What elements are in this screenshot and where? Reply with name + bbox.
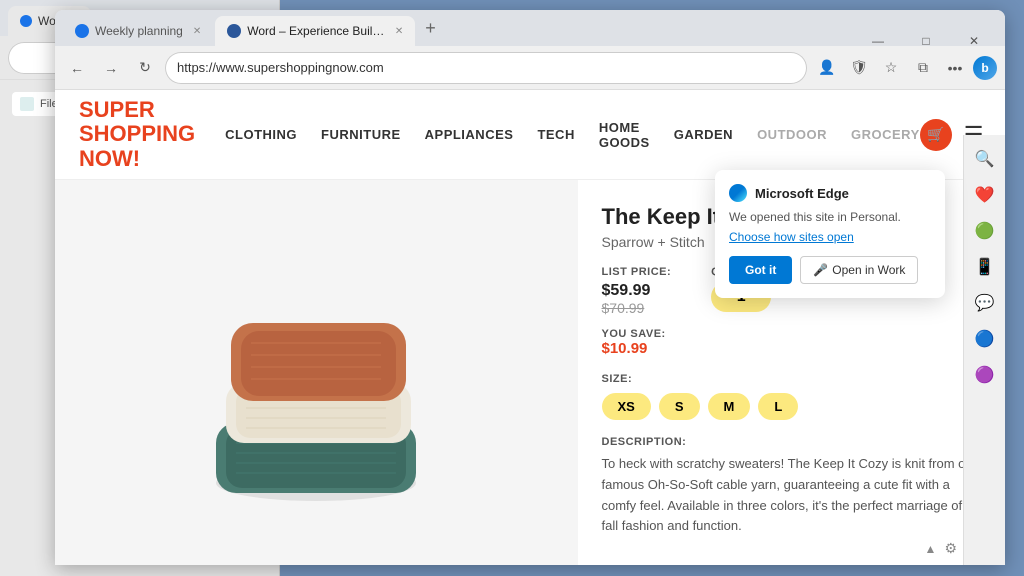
window-controls: — □ ✕ — [847, 20, 1005, 62]
got-it-button[interactable]: Got it — [729, 256, 792, 284]
description-label: DESCRIPTION: — [602, 436, 982, 448]
profile-icon-btn[interactable]: 👤 — [813, 54, 841, 82]
popup-actions: Got it 🎤 Open in Work — [729, 256, 931, 284]
nav-tech[interactable]: TECH — [537, 127, 574, 142]
tab-weekly-planning[interactable]: Weekly planning ✕ — [63, 16, 213, 46]
panel-purple-icon[interactable]: 🟣 — [969, 359, 1001, 391]
mic-icon: 🎤 — [813, 263, 828, 277]
current-price: $59.99 — [602, 282, 672, 300]
popup-choose-link[interactable]: Choose how sites open — [729, 230, 931, 244]
page-content: SUPER SHOPPING NOW! CLOTHING FURNITURE A… — [55, 90, 1005, 565]
popup-title: Microsoft Edge — [755, 186, 849, 201]
panel-search-icon[interactable]: 🔍 — [969, 143, 1001, 175]
nav-grocery[interactable]: GROCERY — [851, 127, 920, 142]
tab-active-label: Word – Experience Built for Focus — [247, 24, 385, 38]
size-label: SIZE: — [602, 373, 982, 385]
savings-label: YOU SAVE: — [602, 328, 982, 340]
size-xs-btn[interactable]: XS — [602, 393, 651, 420]
bottom-right: ▲ ⚙ — [925, 540, 957, 557]
list-price-label: LIST PRICE: — [602, 266, 672, 278]
nav-clothing[interactable]: CLOTHING — [225, 127, 297, 142]
popup-body: We opened this site in Personal. — [729, 210, 931, 224]
close-button[interactable]: ✕ — [951, 26, 997, 56]
popup-header: Microsoft Edge — [729, 184, 931, 202]
panel-favorites-icon[interactable]: ❤️ — [969, 179, 1001, 211]
description-text: To heck with scratchy sweaters! The Keep… — [602, 454, 982, 537]
cart-icon[interactable]: 🛒 — [920, 119, 952, 151]
store-logo: SUPER SHOPPING NOW! — [79, 98, 195, 171]
tab-label: Weekly planning — [95, 24, 183, 38]
savings-amount: $10.99 — [602, 340, 982, 357]
product-image — [55, 180, 578, 565]
sweater-svg — [156, 213, 476, 533]
size-section: SIZE: XS S M L — [602, 373, 982, 420]
nav-garden[interactable]: GARDEN — [674, 127, 733, 142]
tab-word[interactable]: Word – Experience Built for Focus ✕ — [215, 16, 415, 46]
tab-close-btn[interactable]: ✕ — [193, 26, 201, 37]
right-panel: 🔍 ❤️ 🟢 📱 💬 🔵 🟣 + — [963, 135, 1005, 565]
nav-links: CLOTHING FURNITURE APPLIANCES TECH HOME … — [225, 120, 920, 150]
settings-icon[interactable]: ⚙ — [944, 540, 957, 557]
list-price-block: LIST PRICE: $59.99 $70.99 — [602, 266, 672, 316]
maximize-button[interactable]: □ — [903, 26, 949, 56]
new-tab-button[interactable]: + — [417, 14, 444, 43]
savings-row: YOU SAVE: $10.99 — [602, 328, 982, 357]
edge-logo-icon — [729, 184, 747, 202]
nav-appliances[interactable]: APPLIANCES — [425, 127, 514, 142]
store-nav: SUPER SHOPPING NOW! CLOTHING FURNITURE A… — [55, 90, 1005, 180]
size-buttons: XS S M L — [602, 393, 982, 420]
scroll-up-icon[interactable]: ▲ — [925, 542, 937, 556]
back-button[interactable]: ← — [63, 54, 91, 82]
open-in-work-button[interactable]: 🎤 Open in Work — [800, 256, 918, 284]
description-section: DESCRIPTION: To heck with scratchy sweat… — [602, 436, 982, 537]
panel-circle-icon[interactable]: 🔵 — [969, 323, 1001, 355]
size-m-btn[interactable]: M — [708, 393, 751, 420]
nav-furniture[interactable]: FURNITURE — [321, 127, 401, 142]
forward-button[interactable]: → — [97, 54, 125, 82]
panel-mobile-icon[interactable]: 📱 — [969, 251, 1001, 283]
size-s-btn[interactable]: S — [659, 393, 700, 420]
edge-popup: Microsoft Edge We opened this site in Pe… — [715, 170, 945, 298]
size-l-btn[interactable]: L — [758, 393, 798, 420]
panel-chat-icon[interactable]: 💬 — [969, 287, 1001, 319]
tab-active-close-btn[interactable]: ✕ — [395, 26, 403, 37]
panel-collections-icon[interactable]: 🟢 — [969, 215, 1001, 247]
refresh-button[interactable]: ↻ — [131, 54, 159, 82]
original-price: $70.99 — [602, 300, 672, 316]
nav-outdoor[interactable]: OUTDOOR — [757, 127, 827, 142]
nav-home-goods[interactable]: HOME GOODS — [599, 120, 650, 150]
minimize-button[interactable]: — — [855, 26, 901, 56]
address-input[interactable] — [165, 52, 807, 84]
